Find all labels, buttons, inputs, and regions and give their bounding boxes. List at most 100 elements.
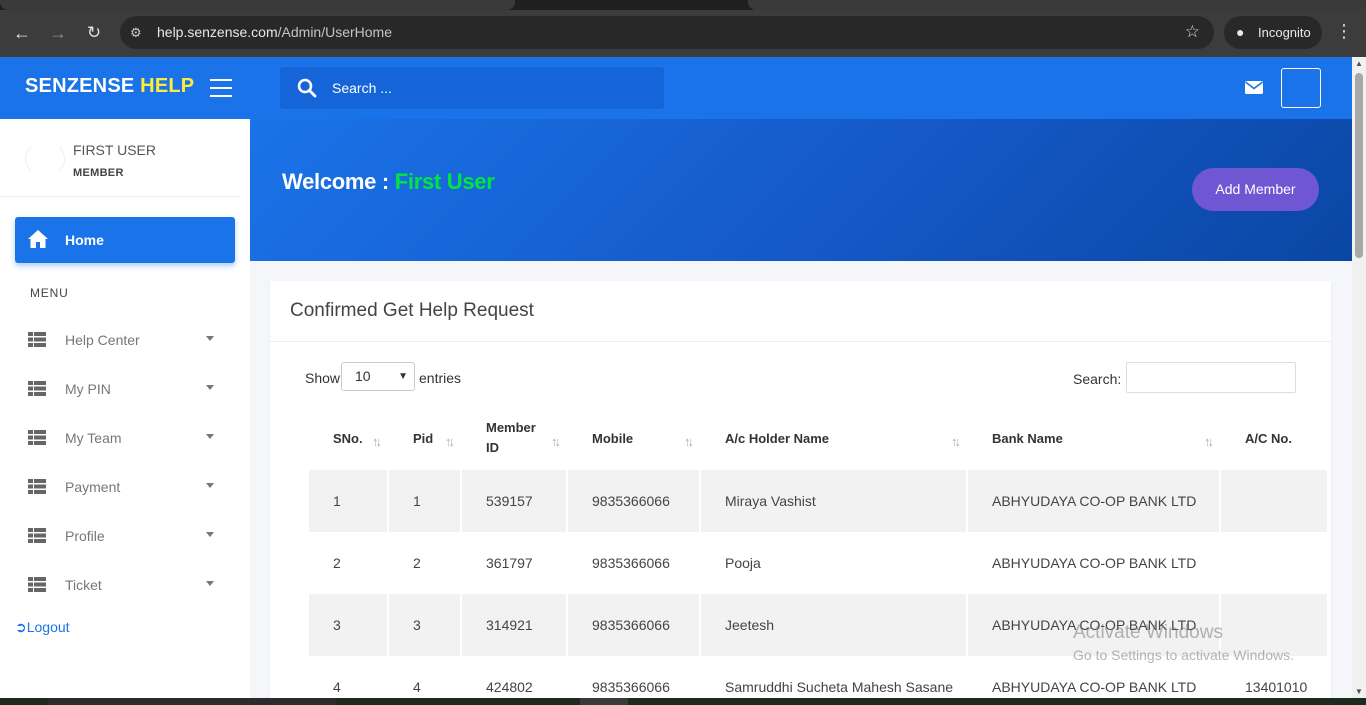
reload-icon[interactable]: ↻	[82, 21, 106, 45]
add-member-button[interactable]: Add Member	[1192, 168, 1319, 211]
incognito-label: Incognito	[1258, 25, 1311, 40]
sidebar-item-label: My PIN	[65, 381, 111, 397]
column-header-ac-no[interactable]: A/C No.	[1221, 406, 1327, 470]
cell-sno: 1	[309, 470, 387, 532]
cell-ac-no	[1221, 532, 1327, 594]
sidebar-item-home[interactable]: Home	[15, 217, 235, 263]
column-header-holder-name[interactable]: A/c Holder Name ↑↓	[701, 406, 966, 470]
back-icon[interactable]: ←	[10, 21, 34, 45]
taskbar-app[interactable]	[580, 698, 628, 705]
sidebar-item-profile[interactable]: Profile	[0, 515, 250, 555]
browser-tab-inactive[interactable]	[748, 0, 1366, 10]
grid-icon	[28, 528, 46, 543]
column-header-bank-name[interactable]: Bank Name ↑↓	[968, 406, 1219, 470]
sidebar-item-my-team[interactable]: My Team	[0, 417, 250, 457]
welcome-prefix: Welcome :	[282, 169, 395, 194]
activate-title: Activate Windows	[1073, 622, 1223, 643]
bookmark-star-icon[interactable]: ☆	[1185, 22, 1200, 42]
cell-member-id: 314921	[462, 594, 566, 656]
cell-mobile: 9835366066	[592, 555, 670, 571]
cell-sno: 3	[309, 594, 387, 656]
os-taskbar	[0, 698, 1366, 705]
entries-label: entries	[419, 370, 462, 386]
sidebar-item-ticket[interactable]: Ticket	[0, 564, 250, 604]
browser-menu-icon[interactable]: ⋮	[1334, 21, 1354, 42]
cell-holder-name: Miraya Vashist	[701, 470, 966, 532]
header-search[interactable]: Search ...	[280, 67, 664, 109]
url-path: /Admin/UserHome	[277, 24, 393, 40]
scroll-down-icon[interactable]: ▼	[1355, 687, 1363, 696]
cell-mobile: 9835366066	[568, 470, 699, 532]
scrollbar-thumb[interactable]	[1355, 73, 1363, 258]
sidebar-item-label: Ticket	[65, 577, 102, 593]
sort-icon: ↑↓	[1204, 434, 1214, 449]
sidebar-item-payment[interactable]: Payment	[0, 466, 250, 506]
incognito-icon: ●	[1236, 24, 1245, 40]
sidebar-item-label: My Team	[65, 430, 122, 446]
sidebar-item-help-center[interactable]: Help Center	[0, 319, 250, 359]
sort-icon: ↑↓	[551, 434, 561, 449]
cell-pid: 4	[413, 679, 421, 695]
hamburger-menu-icon[interactable]	[210, 79, 232, 97]
show-label: Show	[305, 370, 341, 386]
grid-icon	[28, 381, 46, 396]
logout-icon: ➲	[15, 619, 27, 635]
page-scrollbar[interactable]: ▲ ▼	[1352, 57, 1366, 698]
table-search-input[interactable]	[1126, 362, 1296, 393]
mail-icon[interactable]	[1245, 81, 1263, 94]
column-header-member-id[interactable]: Member ID ↑↓	[462, 406, 566, 470]
table-row: 1 1 539157 9835366066 Miraya Vashist ABH…	[309, 470, 1327, 532]
site-settings-icon[interactable]: ⚙	[130, 24, 148, 42]
taskbar-app[interactable]	[48, 698, 336, 705]
entries-select[interactable]: 10 ▼	[341, 362, 415, 391]
grid-icon	[28, 479, 46, 494]
home-icon	[28, 230, 48, 248]
incognito-badge[interactable]: ● Incognito	[1224, 16, 1322, 49]
column-header-mobile[interactable]: Mobile ↑↓	[568, 406, 699, 470]
welcome-user-name: First User	[394, 169, 495, 194]
sidebar-item-label: Profile	[65, 528, 105, 544]
cell-ac-no	[1221, 470, 1327, 532]
caret-down-icon	[206, 385, 214, 390]
sidebar-divider	[0, 196, 240, 197]
scroll-up-icon[interactable]: ▲	[1355, 59, 1363, 68]
caret-down-icon	[206, 581, 214, 586]
address-url[interactable]: help.senzense.com/Admin/UserHome	[157, 24, 392, 40]
logout-link[interactable]: ➲Logout	[15, 619, 70, 636]
cell-member-id: 424802	[486, 679, 533, 695]
cell-sno: 2	[333, 555, 341, 571]
activate-windows-watermark: Activate Windows Go to Settings to activ…	[1073, 622, 1294, 663]
sort-icon: ↑↓	[372, 434, 382, 449]
column-header-sno[interactable]: SNo. ↑↓	[309, 406, 387, 470]
cell-bank-name: ABHYUDAYA CO-OP BANK LTD	[992, 555, 1197, 571]
activate-subtitle: Go to Settings to activate Windows.	[1073, 647, 1294, 663]
address-bar[interactable]: ⚙ help.senzense.com/Admin/UserHome ☆	[120, 16, 1214, 49]
caret-down-icon	[206, 483, 214, 488]
browser-toolbar: ← → ↻ ⚙ help.senzense.com/Admin/UserHome…	[0, 10, 1366, 57]
user-name: FIRST USER	[73, 142, 156, 158]
table-row: 2 2 361797 9835366066 Pooja ABHYUDAYA CO…	[309, 532, 1327, 594]
table-header-row: SNo. ↑↓ Pid ↑↓ Member ID ↑↓ Mobile ↑↓ A/c Ho…	[309, 406, 1327, 470]
browser-tab[interactable]	[0, 0, 515, 10]
avatar	[25, 141, 65, 177]
forward-icon[interactable]: →	[46, 21, 70, 45]
cell-pid: 3	[389, 594, 460, 656]
browser-tabstrip	[0, 0, 1366, 10]
grid-icon	[28, 577, 46, 592]
chevron-down-icon: ▼	[398, 371, 408, 382]
table-search-label: Search:	[1073, 371, 1122, 387]
entries-value: 10	[355, 368, 371, 384]
sort-icon: ↑↓	[684, 434, 694, 449]
welcome-banner: Welcome : First User Add Member	[250, 119, 1352, 261]
column-header-pid[interactable]: Pid ↑↓	[389, 406, 460, 470]
grid-icon	[28, 430, 46, 445]
search-input[interactable]: Search ...	[332, 80, 392, 96]
search-icon	[297, 78, 317, 98]
brand-logo[interactable]: SENZENSE HELP	[25, 75, 194, 98]
profile-button[interactable]	[1281, 68, 1321, 108]
sidebar-item-label: Help Center	[65, 332, 140, 348]
sidebar-item-my-pin[interactable]: My PIN	[0, 368, 250, 408]
caret-down-icon	[206, 532, 214, 537]
user-role: MEMBER	[73, 167, 124, 179]
card-divider	[270, 341, 1331, 342]
